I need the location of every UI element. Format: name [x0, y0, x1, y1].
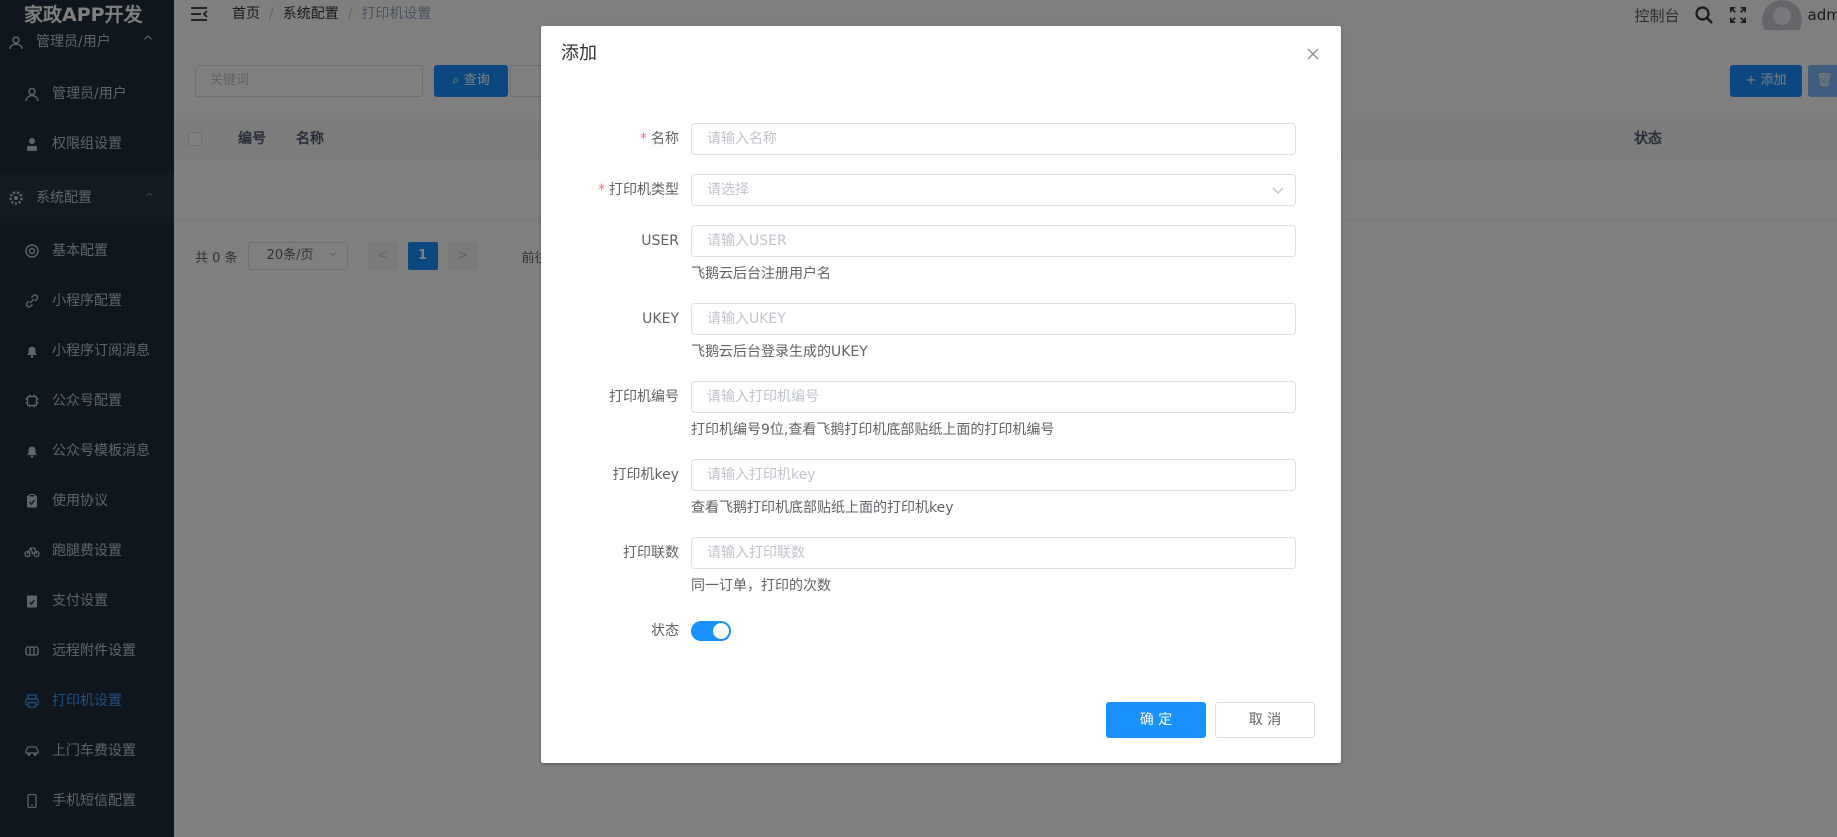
- printer-key-tip: 查看飞鹅打印机底部贴纸上面的打印机key: [691, 500, 954, 516]
- user-tip: 飞鹅云后台注册用户名: [691, 266, 831, 282]
- ukey-tip: 飞鹅云后台登录生成的UKEY: [691, 344, 868, 360]
- form-label: * 名称: [541, 123, 679, 155]
- status-switch[interactable]: [691, 621, 731, 641]
- cancel-button[interactable]: 取 消: [1215, 702, 1315, 738]
- name-input[interactable]: 请输入名称: [691, 123, 1296, 155]
- form-label-text: 打印机编号: [609, 389, 679, 405]
- confirm-button[interactable]: 确 定: [1106, 702, 1206, 738]
- form-label-text: 打印联数: [623, 545, 679, 561]
- form-label-text: 名称: [651, 131, 679, 147]
- dialog-title: 添加: [561, 43, 597, 64]
- ukey-input[interactable]: 请输入UKEY: [691, 303, 1296, 335]
- printer-type-select[interactable]: 请选择: [691, 174, 1296, 206]
- form-label-text: 状态: [651, 623, 679, 639]
- required-mark: *: [640, 131, 647, 147]
- printer-sn-input[interactable]: 请输入打印机编号: [691, 381, 1296, 413]
- form-label-text: 打印机类型: [609, 182, 679, 198]
- add-dialog: 添加 * 名称 请输入名称 * 打印机类型 请选择 USER 请输入USER 飞鹅云…: [541, 26, 1341, 763]
- form-label-text: UKEY: [642, 311, 679, 327]
- form-label-text: USER: [641, 233, 679, 249]
- form-label: * 打印机类型: [541, 174, 679, 206]
- required-mark: *: [598, 182, 605, 198]
- form-label-text: 打印机key: [612, 467, 679, 483]
- printer-key-input[interactable]: 请输入打印机key: [691, 459, 1296, 491]
- print-copies-input[interactable]: 请输入打印联数: [691, 537, 1296, 569]
- chevron-down-icon: [1271, 175, 1285, 205]
- printer-sn-tip: 打印机编号9位,查看飞鹅打印机底部贴纸上面的打印机编号: [691, 422, 1055, 438]
- close-icon[interactable]: [1305, 46, 1321, 62]
- print-copies-tip: 同一订单，打印的次数: [691, 578, 831, 594]
- user-input[interactable]: 请输入USER: [691, 225, 1296, 257]
- printer-type-placeholder: 请选择: [707, 182, 749, 198]
